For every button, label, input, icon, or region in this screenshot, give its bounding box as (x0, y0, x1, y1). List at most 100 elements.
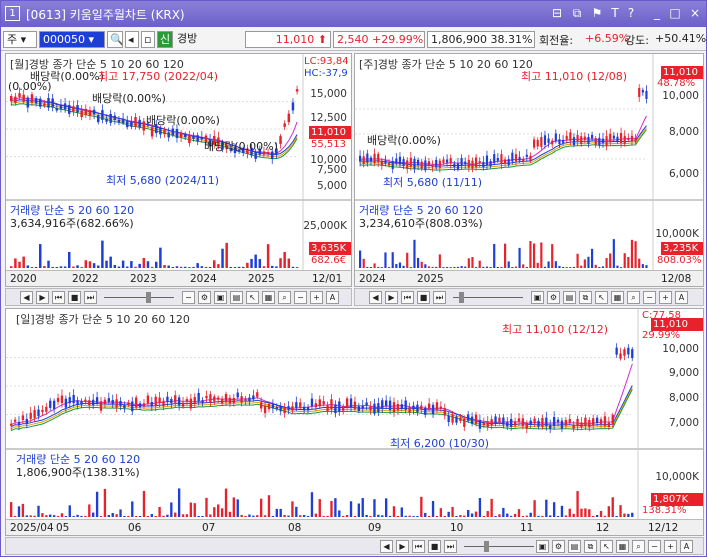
font-size-icon[interactable]: A (680, 540, 693, 553)
volume-bar (490, 498, 493, 517)
volume-bar (620, 266, 623, 268)
volume-bar (217, 504, 220, 517)
weekly-chart-pane[interactable]: [주]경방 종가 단순 5 10 20 60 120 최고 11,010 (12… (354, 53, 704, 287)
weekly-x-2: 12/08 (661, 273, 692, 285)
volume-bar (584, 508, 587, 517)
zoom-icon[interactable]: ⌕ (632, 540, 645, 553)
daily-chart-svg (6, 309, 703, 535)
volume-bar (549, 515, 552, 517)
flag-icon[interactable]: ⚑ (589, 5, 605, 21)
last-icon[interactable]: ⏭ (433, 291, 446, 304)
layer-icon[interactable]: ▣ (536, 540, 549, 553)
play-icon[interactable]: ▶ (385, 291, 398, 304)
last-icon[interactable]: ⏭ (444, 540, 457, 553)
zoom-minus-icon[interactable]: − (182, 291, 195, 304)
draw-icon[interactable]: ↖ (246, 291, 259, 304)
volume-bar (388, 515, 392, 517)
monthly-price-box-2: 55,513 (311, 139, 346, 150)
draw-icon[interactable]: ↖ (595, 291, 608, 304)
zoom-icon[interactable]: ⌕ (627, 291, 640, 304)
speaker-icon[interactable]: ◂ (125, 31, 139, 48)
monthly-x-0: 2020 (10, 273, 37, 285)
zoom-slider-handle[interactable] (459, 292, 464, 303)
volume-bar (471, 257, 474, 268)
stop-icon[interactable]: ■ (428, 540, 441, 553)
volume-bar (192, 266, 195, 268)
search-icon[interactable]: 🔍 (107, 31, 123, 48)
table-icon[interactable]: ▦ (616, 540, 629, 553)
copy-window-icon[interactable]: ⧉ (569, 5, 585, 21)
volume-bar (21, 503, 25, 517)
volume-bar (447, 511, 450, 517)
volume-bar (612, 239, 615, 268)
tool-icon[interactable]: ▤ (230, 291, 243, 304)
tool-icon[interactable]: ▤ (568, 540, 581, 553)
minus-icon[interactable]: − (294, 291, 307, 304)
stock-code-input[interactable]: 000050 ▾ (39, 31, 105, 48)
stock-code-value: 000050 (43, 33, 85, 46)
table-icon[interactable]: ▦ (611, 291, 624, 304)
stop-icon[interactable]: ■ (417, 291, 430, 304)
layer-icon[interactable]: ▣ (214, 291, 227, 304)
volume-bar (615, 516, 618, 517)
zoom-slider-handle[interactable] (484, 541, 489, 552)
plus-icon[interactable]: + (659, 291, 672, 304)
volume-bar (228, 511, 232, 517)
volume-bar (402, 265, 405, 268)
draw-icon[interactable]: ↖ (600, 540, 613, 553)
volume-bar (101, 240, 104, 268)
copy-icon[interactable]: ⧉ (579, 291, 592, 304)
zoom-slider[interactable] (104, 297, 174, 298)
tool-icon[interactable]: ▤ (563, 291, 576, 304)
zoom-slider[interactable] (464, 546, 534, 547)
help-icon[interactable]: ? (623, 5, 639, 21)
volume-bar (607, 506, 610, 517)
volume-bar (205, 497, 208, 517)
gear-icon[interactable]: ⚙ (552, 540, 565, 553)
font-icon[interactable]: T (607, 5, 623, 21)
play-icon[interactable]: ▶ (396, 540, 409, 553)
volume-bar (416, 515, 419, 517)
minimize-button[interactable]: _ (649, 5, 665, 21)
monthly-price-box: 11,010 (309, 126, 351, 139)
copy-icon[interactable]: ⧉ (584, 540, 597, 553)
prev-icon[interactable]: ◀ (380, 540, 393, 553)
volume-bar (543, 266, 547, 268)
monthly-chart-svg (6, 54, 351, 286)
play-icon[interactable]: ▶ (36, 291, 49, 304)
first-icon[interactable]: ⏮ (401, 291, 414, 304)
volume-bar (529, 512, 532, 517)
first-icon[interactable]: ⏮ (412, 540, 425, 553)
prev-icon[interactable]: ◀ (20, 291, 33, 304)
period-select[interactable]: 주 ▾ (3, 31, 37, 48)
stop-icon[interactable]: ■ (68, 291, 81, 304)
volume-bar (221, 248, 224, 268)
volume-bar (572, 513, 575, 517)
gear-icon[interactable]: ⚙ (198, 291, 211, 304)
layer-icon[interactable]: ▣ (531, 291, 544, 304)
prev-icon[interactable]: ◀ (369, 291, 382, 304)
volume-bar (130, 261, 133, 268)
font-size-icon[interactable]: A (675, 291, 688, 304)
gear-icon[interactable]: ⚙ (547, 291, 560, 304)
volume-bar (306, 515, 310, 517)
last-icon[interactable]: ⏭ (84, 291, 97, 304)
maximize-button[interactable]: □ (667, 5, 683, 21)
monthly-chart-pane[interactable]: [월]경방 종가 단순 5 10 20 60 120 LC:93,84 HC:-… (5, 53, 352, 287)
monthly-vol-scale: 25,000K (303, 220, 347, 232)
zoom-icon[interactable]: ⌕ (278, 291, 291, 304)
more-icon[interactable]: ▫ (141, 31, 155, 48)
font-size-icon[interactable]: A (326, 291, 339, 304)
monthly-div-ann-4: 배당락(0.00%) (204, 140, 278, 153)
table-icon[interactable]: ▦ (262, 291, 275, 304)
plus-icon[interactable]: + (310, 291, 323, 304)
minus-icon[interactable]: − (648, 540, 661, 553)
layout-icon[interactable]: ⊟ (549, 5, 565, 21)
first-icon[interactable]: ⏮ (52, 291, 65, 304)
plus-icon[interactable]: + (664, 540, 677, 553)
daily-x-5: 09 (368, 522, 382, 534)
minus-icon[interactable]: − (643, 291, 656, 304)
close-button[interactable]: × (687, 5, 703, 21)
zoom-slider-handle[interactable] (146, 292, 151, 303)
daily-chart-pane[interactable]: [일]경방 종가 단순 5 10 20 60 120 최고 11,010 (12… (5, 308, 704, 536)
